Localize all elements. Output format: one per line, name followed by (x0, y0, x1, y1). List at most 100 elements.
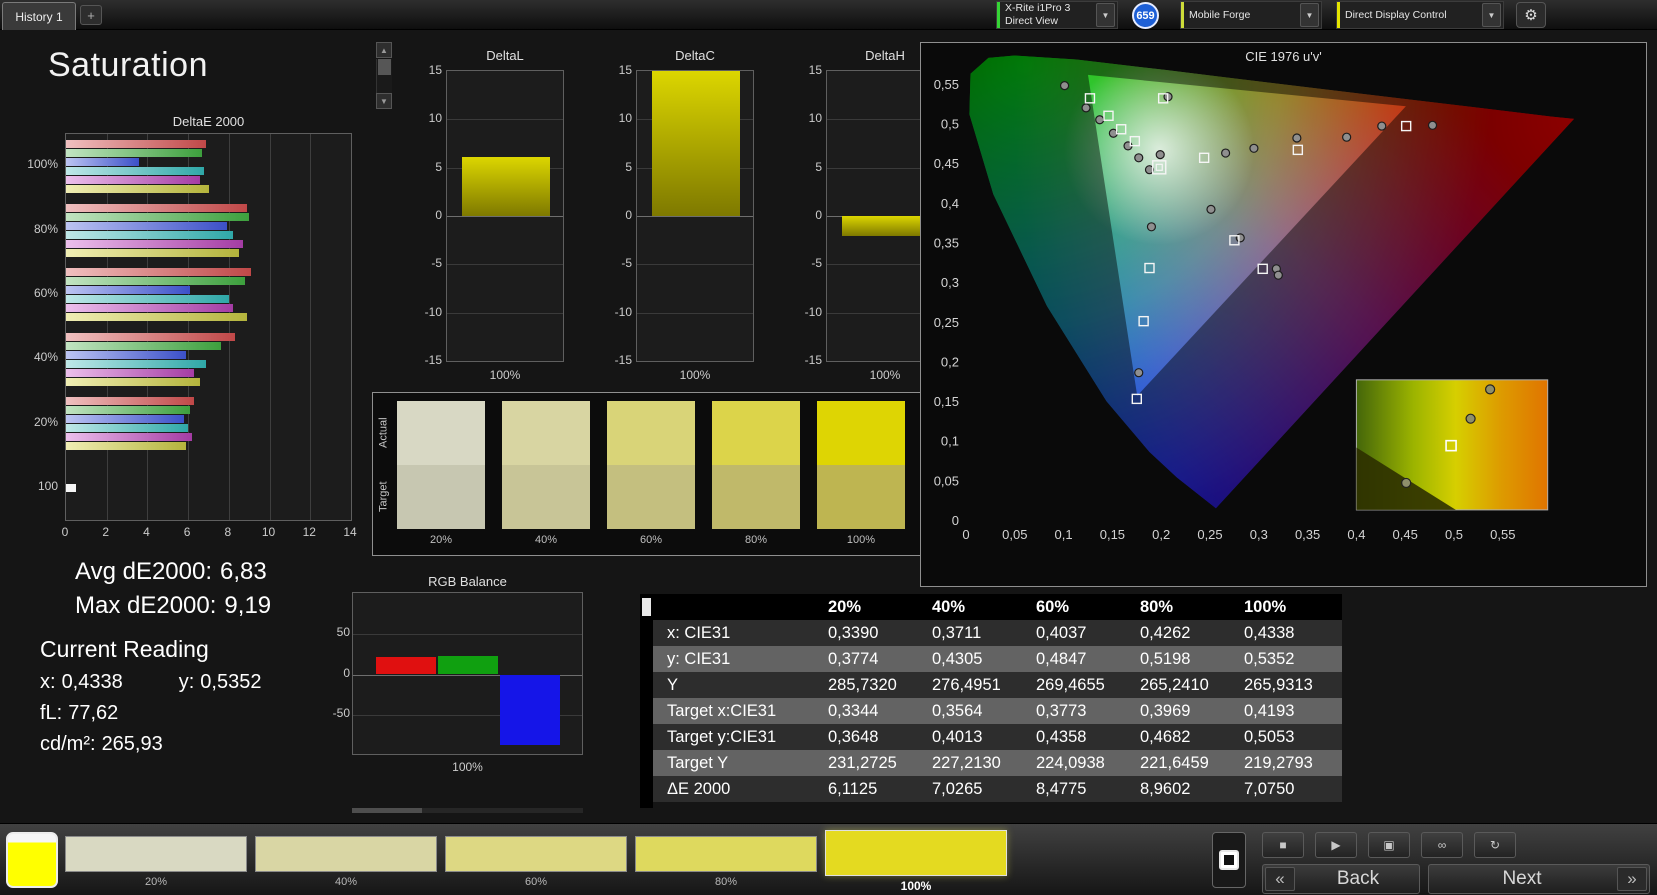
row-label: Y (653, 676, 818, 695)
table-cell: 265,2410 (1130, 676, 1234, 695)
patch-button-60%[interactable]: 60% (445, 826, 627, 894)
cie-chromaticity-panel: CIE 1976 u'v' 000,050,050,10,10,150,150,… (920, 42, 1647, 587)
top-bar: History 1 + X-Rite i1Pro 3 Direct View ▼… (0, 0, 1657, 30)
de-bar (66, 351, 186, 359)
measurement-table: 20%40%60%80%100%x: CIE310,33900,37110,40… (640, 594, 1342, 808)
patch-swatch[interactable] (825, 830, 1007, 876)
row-label: Target Y (653, 754, 818, 773)
table-cell: 0,4037 (1026, 624, 1130, 643)
x-label: x: (40, 671, 56, 693)
fl-reading: fL:77,62 (40, 702, 365, 725)
table-cell: 0,5352 (1234, 650, 1338, 669)
de-bar (66, 484, 76, 492)
settings-gear-icon[interactable]: ⚙ (1516, 2, 1546, 28)
pattern-window-button[interactable] (1212, 832, 1246, 888)
row-label: y: CIE31 (653, 650, 818, 669)
patch-button-80%[interactable]: 80% (635, 826, 817, 894)
table-cell: 285,7320 (818, 676, 922, 695)
control-name: Direct Display Control (1345, 9, 1477, 22)
patch-button-20%[interactable]: 20% (65, 826, 247, 894)
axis-tick-label: 4 (135, 525, 157, 539)
x-tick-label: 0,45 (1393, 527, 1418, 542)
patch-label: 20% (65, 876, 247, 888)
gridline (447, 313, 563, 314)
patch-swatch[interactable] (255, 836, 437, 872)
table-cell: 269,4655 (1026, 676, 1130, 695)
x-tick-label: 0,5 (1445, 527, 1463, 542)
table-cell: 0,3344 (818, 702, 922, 721)
actual-swatch (607, 401, 695, 465)
delta-bar (652, 71, 740, 216)
chevron-down-icon[interactable]: ▼ (1482, 3, 1501, 27)
pattern-source-selector[interactable]: Mobile Forge ▼ (1180, 1, 1322, 29)
axis-tick-label: -15 (800, 353, 822, 367)
meter-selector[interactable]: X-Rite i1Pro 3 Direct View ▼ (996, 1, 1118, 29)
rgb-scroll-thumb[interactable] (352, 808, 422, 813)
table-cell: 0,3564 (922, 702, 1026, 721)
layout-scrollbar[interactable]: ▲ ▼ (376, 42, 392, 110)
axis-tick-label: 5 (800, 160, 822, 174)
measured-point (1147, 223, 1155, 231)
gridline (351, 134, 352, 520)
axis-tick-label: 0 (610, 208, 632, 222)
rgb-scrollbar[interactable] (352, 808, 583, 813)
chart-plot (65, 133, 352, 521)
table-cell: 0,3774 (818, 650, 922, 669)
chart-title: DeltaL (446, 48, 564, 63)
scroll-down-icon[interactable]: ▼ (376, 93, 392, 109)
chevron-down-icon[interactable]: ▼ (1300, 3, 1319, 27)
display-control-selector[interactable]: Direct Display Control ▼ (1336, 1, 1504, 29)
axis-tick-label: 40% (6, 350, 58, 364)
patch-swatch[interactable] (445, 836, 627, 872)
patch-label: 60% (445, 876, 627, 888)
measured-point (1082, 104, 1090, 112)
x-value: 0,4338 (62, 671, 123, 693)
table-scrollbar[interactable] (640, 594, 653, 808)
x-tick-label: 0,05 (1002, 527, 1027, 542)
measured-point (1378, 122, 1386, 130)
inset-measured-point (1402, 478, 1411, 487)
tab-history-1[interactable]: History 1 (2, 2, 76, 30)
axis-tick-label: 5 (610, 160, 632, 174)
play-button[interactable]: ▶ (1315, 832, 1357, 858)
axis-tick-label: 50 (330, 625, 350, 639)
table-row: Target y:CIE310,36480,40130,43580,46820,… (653, 724, 1342, 750)
x-tick-label: 0,25 (1197, 527, 1222, 542)
actual-row-label: Actual (376, 401, 391, 465)
axis-tick-label: 5 (420, 160, 442, 174)
patch-button-100%[interactable]: 100% (825, 826, 1007, 894)
scroll-thumb[interactable] (378, 59, 391, 75)
next-button[interactable]: Next » (1428, 864, 1650, 894)
table-cell: 0,4338 (1234, 624, 1338, 643)
current-patch (6, 832, 58, 888)
back-button[interactable]: « Back (1262, 864, 1420, 894)
table-row: y: CIE310,37740,43050,48470,51980,5352 (653, 646, 1342, 672)
x-tick-label: 0,15 (1100, 527, 1125, 542)
page-title: Saturation (48, 46, 208, 85)
table-scroll-thumb[interactable] (642, 598, 651, 616)
patch-swatch[interactable] (635, 836, 817, 872)
loop-button[interactable]: ∞ (1421, 832, 1463, 858)
actual-target-swatch-panel: ActualTarget 20%40%60%80%100% (372, 392, 968, 556)
back-chevron-icon: « (1265, 867, 1295, 891)
chart-title: CIE 1976 u'v' (921, 49, 1646, 64)
gridline (270, 134, 271, 520)
stop-button[interactable]: ■ (1262, 832, 1304, 858)
axis-tick-label: -5 (610, 256, 632, 270)
marker-button[interactable]: ▣ (1368, 832, 1410, 858)
chevron-down-icon[interactable]: ▼ (1096, 3, 1115, 27)
new-tab-button[interactable]: + (80, 5, 102, 25)
gridline (637, 216, 753, 217)
refresh-button[interactable]: ↻ (1474, 832, 1516, 858)
avg-de2000: Avg dE2000:6,83 (75, 558, 365, 586)
scroll-track[interactable] (376, 59, 392, 93)
patch-button-40%[interactable]: 40% (255, 826, 437, 894)
scroll-up-icon[interactable]: ▲ (376, 42, 392, 58)
axis-tick-label: 8 (217, 525, 239, 539)
measured-point (1207, 205, 1215, 213)
table-cell: 0,3648 (818, 728, 922, 747)
patch-swatch[interactable] (65, 836, 247, 872)
de-bar (66, 213, 249, 221)
green-bar (438, 656, 498, 675)
next-chevron-icon: » (1617, 867, 1647, 891)
